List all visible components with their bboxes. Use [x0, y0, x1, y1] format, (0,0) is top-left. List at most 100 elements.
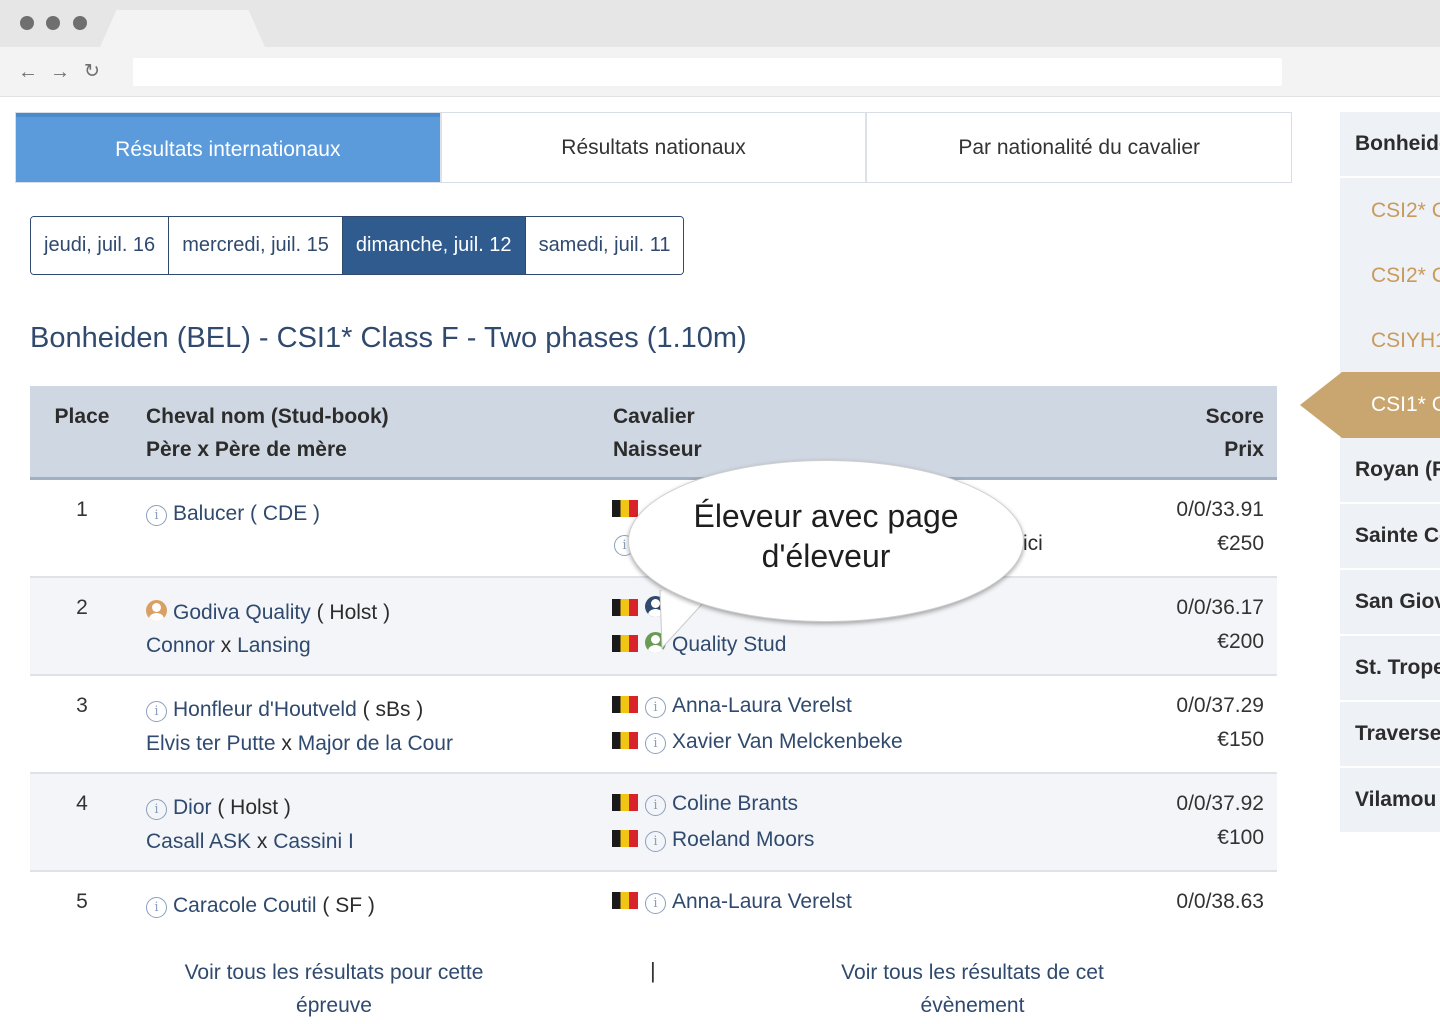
place: 5 — [76, 890, 88, 913]
place: 3 — [76, 694, 88, 717]
belgium-flag-icon — [612, 599, 638, 616]
sire-link[interactable]: Elvis ter Putte — [146, 732, 276, 755]
info-icon[interactable]: i — [645, 831, 666, 852]
sidebar-event[interactable]: San Giov — [1340, 570, 1440, 636]
info-icon[interactable]: i — [146, 897, 167, 918]
event-title: Bonheiden (BEL) - CSI1* Class F - Two ph… — [30, 322, 747, 354]
sidebar-class[interactable]: CSIYH1 — [1340, 308, 1440, 373]
tab-international-results[interactable]: Résultats internationaux — [16, 113, 440, 182]
sidebar-event[interactable]: Traverse — [1340, 702, 1440, 768]
studbook: ( sBs ) — [362, 698, 424, 721]
sidebar-event[interactable]: Royan (F — [1340, 438, 1440, 504]
header-pedigree: Père x Père de mère — [146, 438, 347, 461]
score: 0/0/36.17 — [1176, 596, 1264, 619]
browser-titlebar — [0, 0, 1440, 47]
belgium-flag-icon — [612, 732, 638, 749]
sidebar-class-selected[interactable]: CSI1* C — [1300, 372, 1440, 438]
window-minimize-dot[interactable] — [46, 16, 60, 30]
breeder-name-fragment[interactable]: ici — [1023, 532, 1043, 556]
horse-link[interactable]: Honfleur d'Houtveld — [173, 698, 357, 721]
place: 2 — [76, 596, 88, 619]
horse-cell: Godiva Quality ( Holst ) — [146, 600, 390, 625]
header-score: Score — [1205, 405, 1264, 428]
window-close-dot[interactable] — [20, 16, 34, 30]
breeder-link[interactable]: Xavier Van Melckenbeke — [672, 730, 903, 753]
rider-link[interactable]: Anna-Laura Verelst — [672, 890, 852, 913]
day-selector: jeudi, juil. 16 mercredi, juil. 15 diman… — [30, 216, 685, 275]
header-breeder: Naisseur — [613, 438, 702, 461]
damsire-link[interactable]: Cassini I — [273, 830, 354, 853]
breeder-page-icon[interactable] — [146, 600, 167, 621]
day-button[interactable]: mercredi, juil. 15 — [168, 217, 342, 274]
pedigree-separator: x — [281, 732, 292, 755]
reload-icon[interactable]: ↻ — [84, 60, 100, 84]
pedigree-separator: x — [220, 634, 232, 657]
horse-link[interactable]: Balucer — [173, 502, 244, 525]
day-button[interactable]: samedi, juil. 11 — [524, 217, 684, 274]
breeder-link[interactable]: Roeland Moors — [672, 828, 814, 851]
horse-cell: i Balucer ( CDE ) — [146, 502, 320, 526]
sidebar-class[interactable]: CSI2* C — [1340, 243, 1440, 308]
header-horse: Cheval nom (Stud-book) — [146, 405, 389, 428]
breeder-cell: i Roeland Moors — [612, 828, 814, 852]
pedigree-cell: Casall ASK x Cassini I — [146, 830, 354, 854]
belgium-flag-icon — [612, 794, 638, 811]
tab-national-results[interactable]: Résultats nationaux — [439, 113, 866, 182]
score: 0/0/33.91 — [1176, 498, 1264, 521]
pedigree-separator: x — [256, 830, 268, 853]
back-arrow-icon[interactable]: ← — [18, 60, 38, 84]
score: 0/0/37.29 — [1176, 694, 1264, 717]
info-icon[interactable]: i — [146, 505, 167, 526]
forward-arrow-icon[interactable]: → — [50, 60, 70, 84]
rider-link[interactable]: Coline Brants — [672, 792, 798, 815]
belgium-flag-icon — [612, 696, 638, 713]
horse-link[interactable]: Dior — [173, 796, 212, 819]
sidebar-event[interactable]: St. Trope — [1340, 636, 1440, 702]
belgium-flag-icon — [612, 635, 638, 652]
sire-link[interactable]: Connor — [146, 634, 215, 657]
results-tabs: Résultats internationaux Résultats natio… — [15, 112, 1292, 183]
belgium-flag-icon — [612, 892, 638, 909]
table-header: Place Cheval nom (Stud-book) Père x Père… — [30, 386, 1277, 480]
footer-separator: | — [650, 958, 656, 983]
all-event-results-link[interactable]: Voir tous les résultats de cet évènement — [820, 956, 1125, 1022]
rider-cell: i Anna-Laura Verelst — [612, 890, 852, 914]
prize: €150 — [1217, 728, 1264, 751]
window-maximize-dot[interactable] — [73, 16, 87, 30]
score: 0/0/37.92 — [1176, 792, 1264, 815]
sidebar-class[interactable]: CSI2* C — [1340, 178, 1440, 243]
studbook: ( Holst ) — [316, 601, 391, 624]
sidebar-event[interactable]: Sainte Co — [1340, 504, 1440, 570]
horse-cell: i Dior ( Holst ) — [146, 796, 291, 820]
prize: €100 — [1217, 826, 1264, 849]
all-class-results-link[interactable]: Voir tous les résultats pour cette épreu… — [160, 956, 508, 1022]
info-icon[interactable]: i — [146, 799, 167, 820]
belgium-flag-icon — [612, 500, 638, 517]
damsire-link[interactable]: Lansing — [237, 634, 311, 657]
studbook: ( CDE ) — [250, 502, 321, 525]
horse-cell: i Honfleur d'Houtveld ( sBs ) — [146, 698, 423, 722]
place: 4 — [76, 792, 88, 815]
day-button[interactable]: jeudi, juil. 16 — [31, 217, 169, 274]
breeder-cell: i Xavier Van Melckenbeke — [612, 730, 903, 754]
damsire-link[interactable]: Major de la Cour — [298, 732, 453, 755]
horse-link[interactable]: Godiva Quality — [173, 601, 311, 624]
sidebar-event[interactable]: Bonheiden — [1340, 112, 1440, 178]
address-bar[interactable] — [133, 58, 1282, 86]
studbook: ( Holst ) — [217, 796, 291, 819]
info-icon[interactable]: i — [645, 697, 666, 718]
info-icon[interactable]: i — [146, 701, 167, 722]
day-button-selected[interactable]: dimanche, juil. 12 — [341, 217, 525, 274]
info-icon[interactable]: i — [645, 893, 666, 914]
header-prize: Prix — [1224, 438, 1264, 461]
rider-cell: i Coline Brants — [612, 792, 798, 816]
rider-link[interactable]: Anna-Laura Verelst — [672, 694, 852, 717]
sidebar-event[interactable]: Vilamou — [1340, 768, 1440, 834]
tab-by-rider-nationality[interactable]: Par nationalité du cavalier — [865, 113, 1292, 182]
sire-link[interactable]: Casall ASK — [146, 830, 251, 853]
browser-tab[interactable] — [100, 10, 265, 47]
score: 0/0/38.63 — [1176, 890, 1264, 913]
horse-link[interactable]: Caracole Coutil — [173, 894, 317, 917]
info-icon[interactable]: i — [645, 733, 666, 754]
info-icon[interactable]: i — [645, 795, 666, 816]
